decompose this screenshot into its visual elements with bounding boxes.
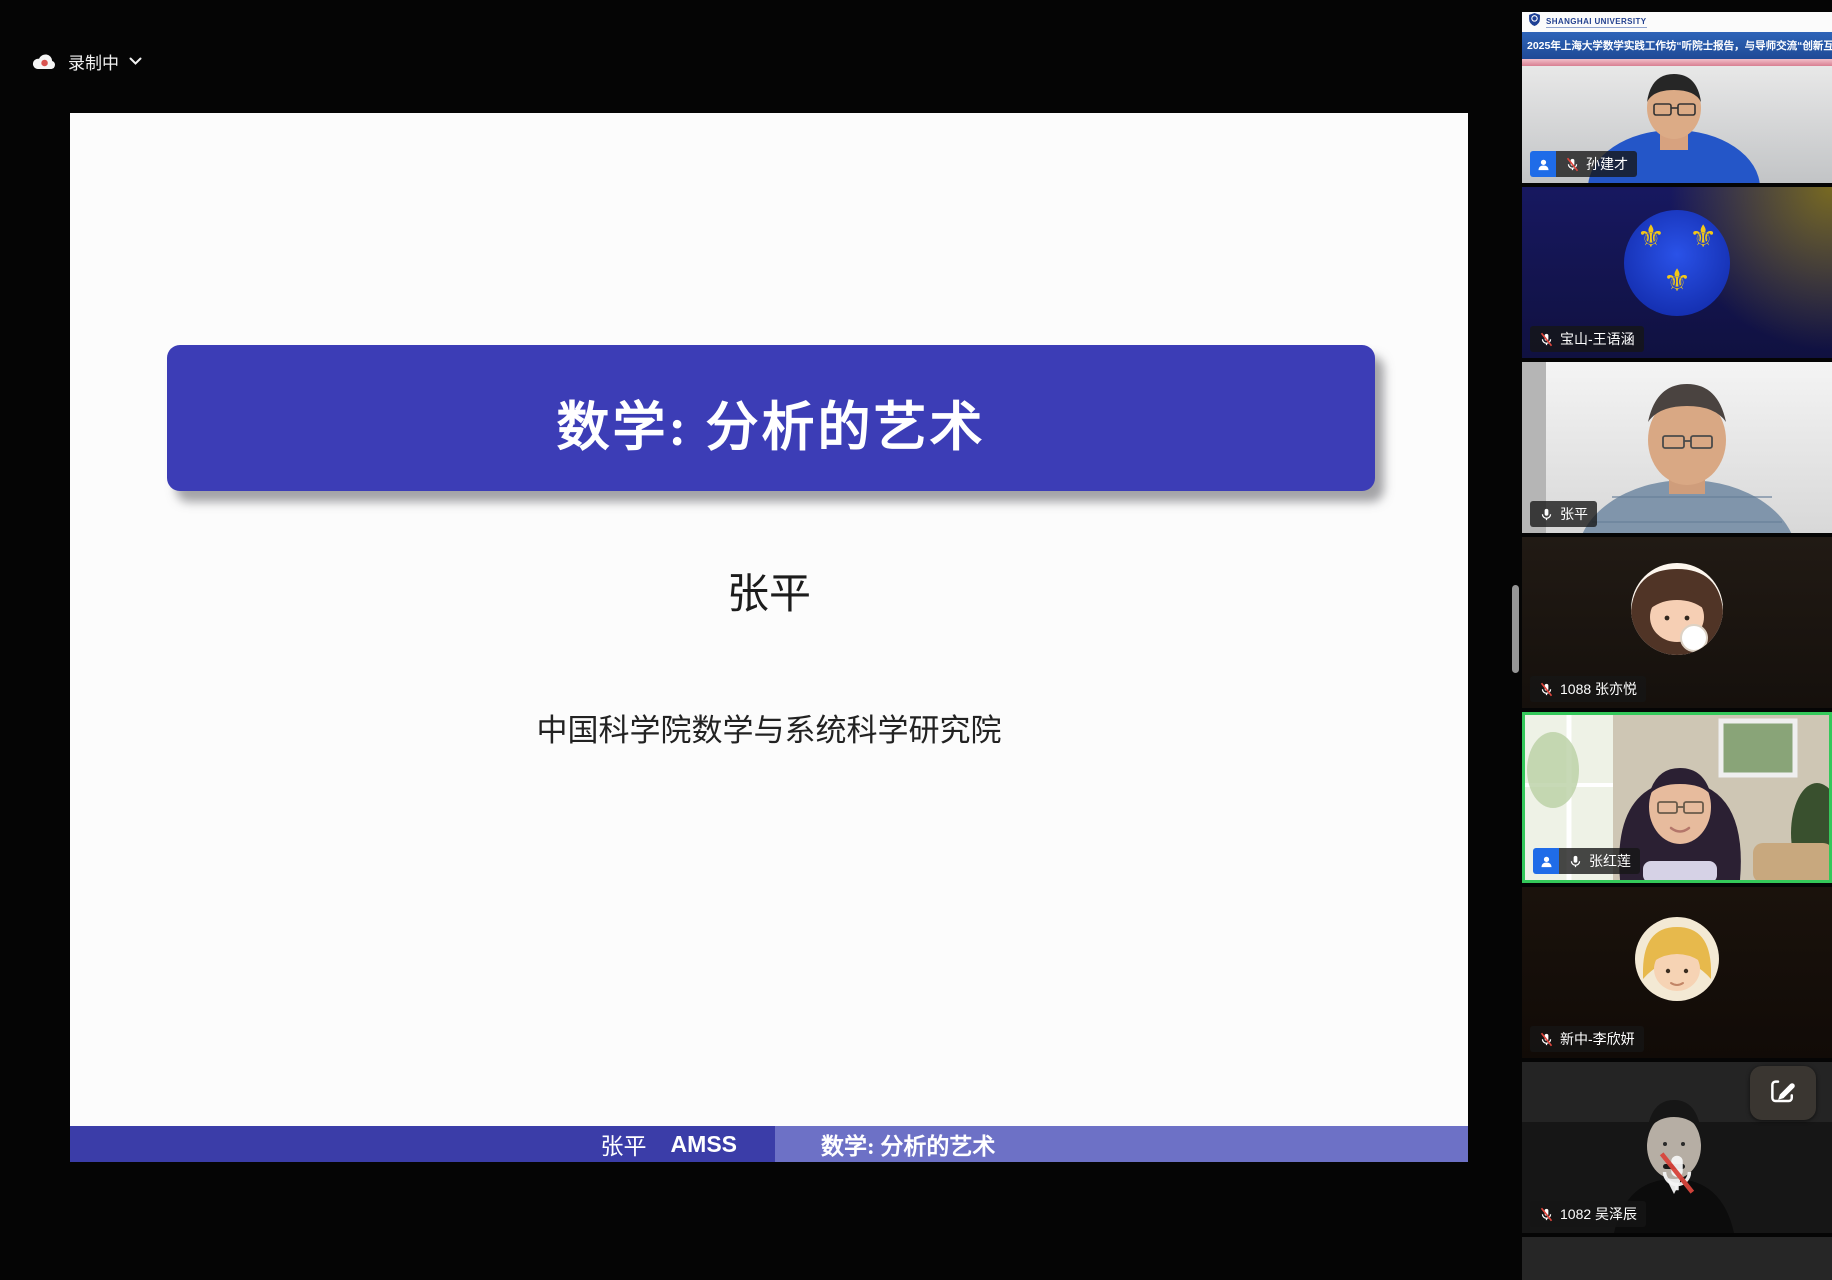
recording-indicator[interactable]: 录制中: [30, 48, 142, 74]
fleur-de-lis-icon: ⚜: [1689, 222, 1717, 253]
participant-nameplate: 宝山-王语涵: [1530, 326, 1644, 352]
meeting-window: 录制中 数学: 分析的艺术 张平 中国科学院数学与系统科学研究院 张平 AMSS…: [0, 0, 1832, 1280]
participant-nameplate: 孙建才: [1530, 151, 1637, 177]
slide-title: 数学: 分析的艺术: [557, 385, 986, 461]
avatar: [1635, 917, 1719, 1001]
participant-tile-2[interactable]: ⚜ ⚜ ⚜ 宝山-王语涵: [1522, 187, 1832, 358]
footer-affiliation: AMSS: [671, 1131, 737, 1158]
slide-footer-right: 数学: 分析的艺术: [775, 1126, 1468, 1162]
participant-name: 新中-李欣妍: [1560, 1029, 1635, 1049]
participant-tile-3[interactable]: 张平: [1522, 362, 1832, 533]
mic-on-icon: [1568, 854, 1583, 869]
participant-nameplate: 1082 吴泽辰: [1530, 1201, 1646, 1227]
mic-on-icon: [1539, 507, 1554, 522]
participant-tile-6[interactable]: 新中-李欣妍: [1522, 887, 1832, 1058]
participant-name: 1082 吴泽辰: [1560, 1204, 1637, 1224]
participant-tile-8[interactable]: [1522, 1237, 1832, 1280]
participant-nameplate: 张红莲: [1533, 848, 1640, 874]
mic-muted-icon: [1565, 157, 1580, 172]
avatar-flag: ⚜ ⚜ ⚜: [1624, 210, 1730, 316]
host-badge-icon: [1533, 848, 1559, 874]
participant-nameplate: 张平: [1530, 501, 1597, 527]
slide-title-banner: 数学: 分析的艺术: [167, 345, 1375, 491]
fleur-de-lis-icon: ⚜: [1637, 222, 1665, 253]
participant-tile-5[interactable]: 张红莲: [1522, 712, 1832, 883]
recording-label: 录制中: [68, 49, 119, 74]
banner-accent-strip: [1522, 59, 1832, 66]
footer-author: 张平: [601, 1127, 647, 1161]
participant-name: 孙建才: [1586, 154, 1628, 174]
slide-author: 张平: [70, 560, 1468, 621]
event-banner: 2025年上海大学数学实践工作坊“听院士报告，与导师交流“创新互活动: [1522, 32, 1832, 59]
slide-institution: 中国科学院数学与系统科学研究院: [70, 705, 1468, 750]
avatar: [1631, 563, 1723, 655]
shared-slide: 数学: 分析的艺术 张平 中国科学院数学与系统科学研究院 张平 AMSS 数学:…: [70, 113, 1468, 1162]
university-shield-icon: [1528, 12, 1541, 32]
slide-footer-left: 张平 AMSS: [70, 1126, 775, 1162]
university-name: SHANGHAI UNIVERSITY: [1546, 17, 1647, 28]
footer-title: 数学: 分析的艺术: [821, 1127, 995, 1161]
muted-overlay-icon: [1654, 1150, 1700, 1201]
participants-sidebar: SHANGHAI UNIVERSITY 2025年上海大学数学实践工作坊“听院士…: [1522, 0, 1832, 1280]
participant-nameplate: 1088 张亦悦: [1530, 676, 1646, 702]
annotation-pen-button[interactable]: [1750, 1066, 1816, 1120]
fleur-de-lis-icon: ⚜: [1663, 266, 1691, 297]
mic-muted-icon: [1539, 1032, 1554, 1047]
participant-tile-4[interactable]: 1088 张亦悦: [1522, 537, 1832, 708]
participant-nameplate: 新中-李欣妍: [1530, 1026, 1644, 1052]
mic-muted-icon: [1539, 332, 1554, 347]
university-header: SHANGHAI UNIVERSITY: [1522, 12, 1832, 32]
host-badge-icon: [1530, 151, 1556, 177]
event-banner-text: 2025年上海大学数学实践工作坊“听院士报告，与导师交流“创新互活动: [1522, 38, 1832, 53]
participant-name: 张红莲: [1589, 851, 1631, 871]
chevron-down-icon[interactable]: [129, 57, 142, 65]
sidebar-scrollbar[interactable]: [1512, 585, 1519, 673]
pen-icon: [1768, 1076, 1798, 1111]
mic-muted-icon: [1539, 1207, 1554, 1222]
participant-name: 张平: [1560, 504, 1588, 524]
cloud-recording-icon: [30, 51, 58, 72]
mic-muted-icon: [1539, 682, 1554, 697]
participant-name: 1088 张亦悦: [1560, 679, 1637, 699]
participant-tile-1[interactable]: SHANGHAI UNIVERSITY 2025年上海大学数学实践工作坊“听院士…: [1522, 12, 1832, 183]
participant-name: 宝山-王语涵: [1560, 329, 1635, 349]
slide-footer: 张平 AMSS 数学: 分析的艺术: [70, 1126, 1468, 1162]
